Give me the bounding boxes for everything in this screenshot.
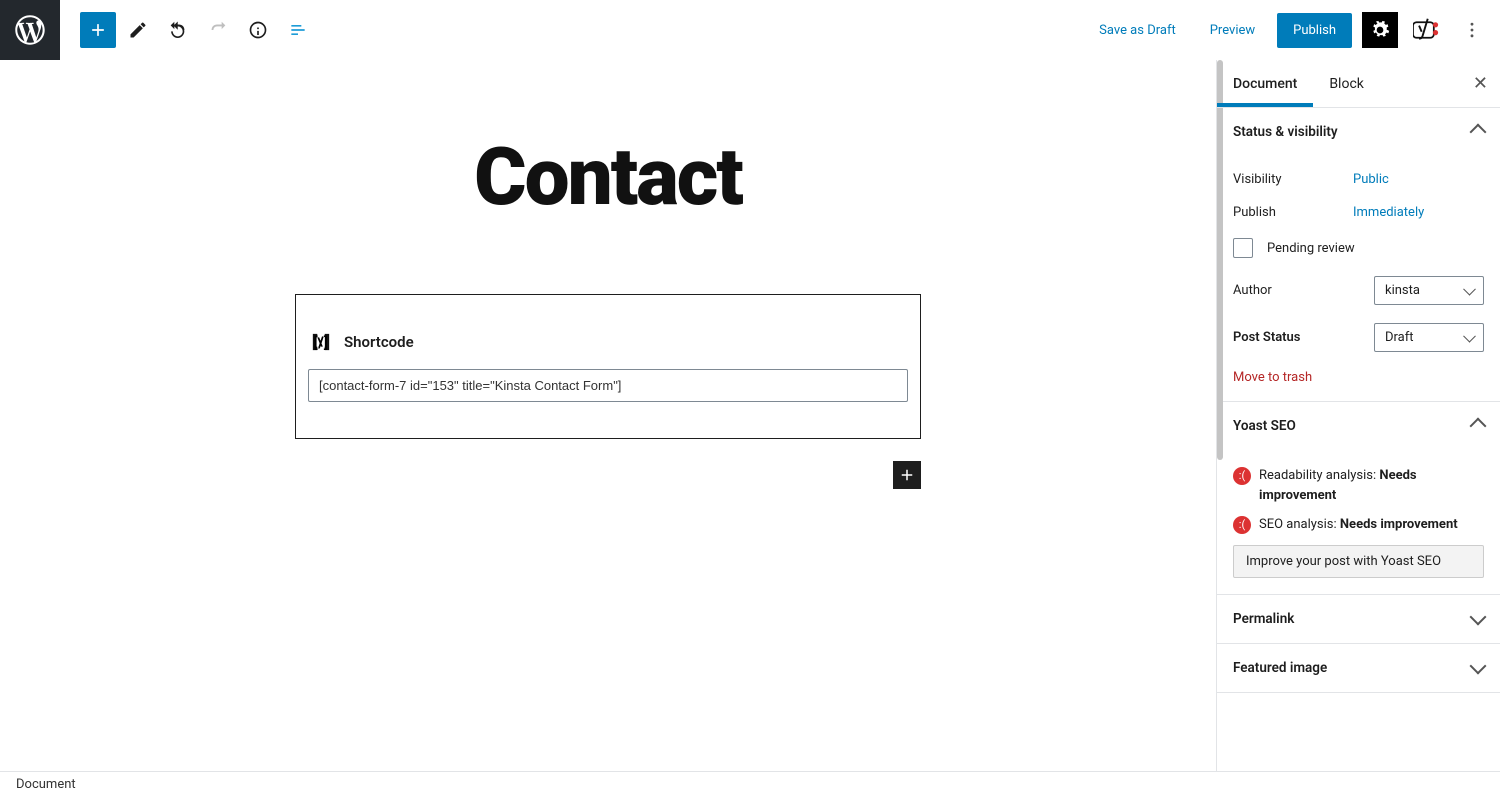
redo-icon [207, 19, 229, 41]
pencil-icon [128, 20, 148, 40]
post-status-row: Post Status Draft [1233, 323, 1484, 352]
post-status-label: Post Status [1233, 330, 1353, 345]
panel-featured-title: Featured image [1233, 660, 1327, 676]
edit-mode-button[interactable] [120, 12, 156, 48]
seo-value: Needs improvement [1340, 517, 1458, 532]
pending-review-checkbox[interactable] [1233, 238, 1253, 258]
author-value: kinsta [1385, 283, 1420, 298]
dots-vertical-icon [1462, 20, 1482, 40]
wordpress-icon [15, 15, 45, 45]
sidebar-tabs: Document Block ✕ [1217, 60, 1500, 108]
tab-document[interactable]: Document [1217, 60, 1313, 107]
block-label: Shortcode [344, 333, 414, 351]
editor-footer: Document [0, 771, 1500, 797]
panel-yoast: Yoast SEO :( Readability analysis: Needs… [1217, 402, 1500, 595]
panel-featured-image: Featured image [1217, 644, 1500, 693]
panel-permalink: Permalink [1217, 595, 1500, 644]
improve-yoast-button[interactable]: Improve your post with Yoast SEO [1233, 545, 1484, 578]
yoast-readability-row: :( Readability analysis: Needs improveme… [1233, 466, 1484, 505]
panel-permalink-title: Permalink [1233, 611, 1294, 627]
editor-main: Contact [/] Shortcode Document Block ✕ S… [0, 60, 1500, 771]
sidebar-scrollbar[interactable] [1217, 60, 1223, 460]
panel-permalink-toggle[interactable]: Permalink [1217, 595, 1500, 643]
svg-text:[: [ [314, 334, 318, 352]
add-block-below-button[interactable] [893, 461, 921, 489]
editor-top-bar: Save as Draft Preview Publish [0, 0, 1500, 60]
svg-text:]: ] [324, 334, 328, 352]
panel-featured-image-toggle[interactable]: Featured image [1217, 644, 1500, 692]
author-select[interactable]: kinsta [1374, 276, 1484, 305]
page-title[interactable]: Contact [474, 130, 742, 224]
publish-label: Publish [1233, 205, 1353, 220]
plus-icon [88, 20, 108, 40]
undo-icon [167, 19, 189, 41]
shortcode-input[interactable] [308, 369, 908, 402]
chevron-up-icon [1470, 418, 1487, 435]
panel-status-visibility: Status & visibility Visibility Public Pu… [1217, 108, 1500, 402]
publish-row: Publish Immediately [1233, 205, 1484, 220]
sad-face-icon: :( [1233, 467, 1251, 485]
tab-block[interactable]: Block [1313, 60, 1380, 107]
top-bar-right: Save as Draft Preview Publish [1087, 12, 1490, 48]
plus-icon [898, 466, 916, 484]
panel-yoast-title: Yoast SEO [1233, 418, 1296, 434]
settings-button[interactable] [1362, 12, 1398, 48]
yoast-seo-row: :( SEO analysis: Needs improvement [1233, 515, 1484, 535]
publish-value[interactable]: Immediately [1353, 205, 1424, 220]
chevron-up-icon [1470, 124, 1487, 141]
settings-sidebar: Document Block ✕ Status & visibility Vis… [1216, 60, 1500, 771]
publish-button[interactable]: Publish [1277, 13, 1352, 48]
post-status-select[interactable]: Draft [1374, 323, 1484, 352]
close-sidebar-button[interactable]: ✕ [1473, 73, 1488, 94]
move-to-trash-link[interactable]: Move to trash [1233, 370, 1312, 385]
author-label: Author [1233, 283, 1353, 298]
outline-button[interactable] [280, 12, 316, 48]
undo-button[interactable] [160, 12, 196, 48]
seo-label: SEO analysis: [1259, 517, 1340, 532]
readability-label: Readability analysis: [1259, 468, 1379, 483]
info-button[interactable] [240, 12, 276, 48]
chevron-down-icon [1470, 657, 1487, 674]
shortcode-icon: [/] [310, 331, 332, 353]
post-status-value: Draft [1385, 330, 1414, 345]
gear-icon [1370, 20, 1390, 40]
list-icon [288, 20, 308, 40]
visibility-label: Visibility [1233, 172, 1353, 187]
wordpress-logo-button[interactable] [0, 0, 60, 60]
top-bar-left [0, 0, 316, 60]
add-block-button[interactable] [80, 12, 116, 48]
block-header: [/] Shortcode [308, 331, 908, 369]
add-block-below-row [295, 461, 921, 489]
visibility-value[interactable]: Public [1353, 172, 1389, 187]
yoast-button[interactable] [1408, 12, 1444, 48]
redo-button[interactable] [200, 12, 236, 48]
visibility-row: Visibility Public [1233, 172, 1484, 187]
chevron-down-icon [1470, 608, 1487, 625]
save-draft-button[interactable]: Save as Draft [1087, 15, 1188, 46]
trash-row: Move to trash [1233, 370, 1484, 385]
info-icon [248, 20, 268, 40]
author-row: Author kinsta [1233, 276, 1484, 305]
editor-toolbar [80, 12, 316, 48]
pending-review-row: Pending review [1233, 238, 1484, 258]
editor-canvas[interactable]: Contact [/] Shortcode [0, 60, 1216, 771]
more-options-button[interactable] [1454, 12, 1490, 48]
shortcode-block[interactable]: [/] Shortcode [295, 294, 921, 439]
pending-review-label: Pending review [1267, 241, 1355, 256]
preview-button[interactable]: Preview [1198, 15, 1267, 46]
panel-status-toggle[interactable]: Status & visibility [1217, 108, 1500, 156]
panel-status-title: Status & visibility [1233, 124, 1338, 140]
sad-face-icon: :( [1233, 516, 1251, 534]
panel-yoast-toggle[interactable]: Yoast SEO [1217, 402, 1500, 450]
footer-breadcrumb[interactable]: Document [16, 777, 76, 792]
yoast-icon [1413, 17, 1439, 43]
